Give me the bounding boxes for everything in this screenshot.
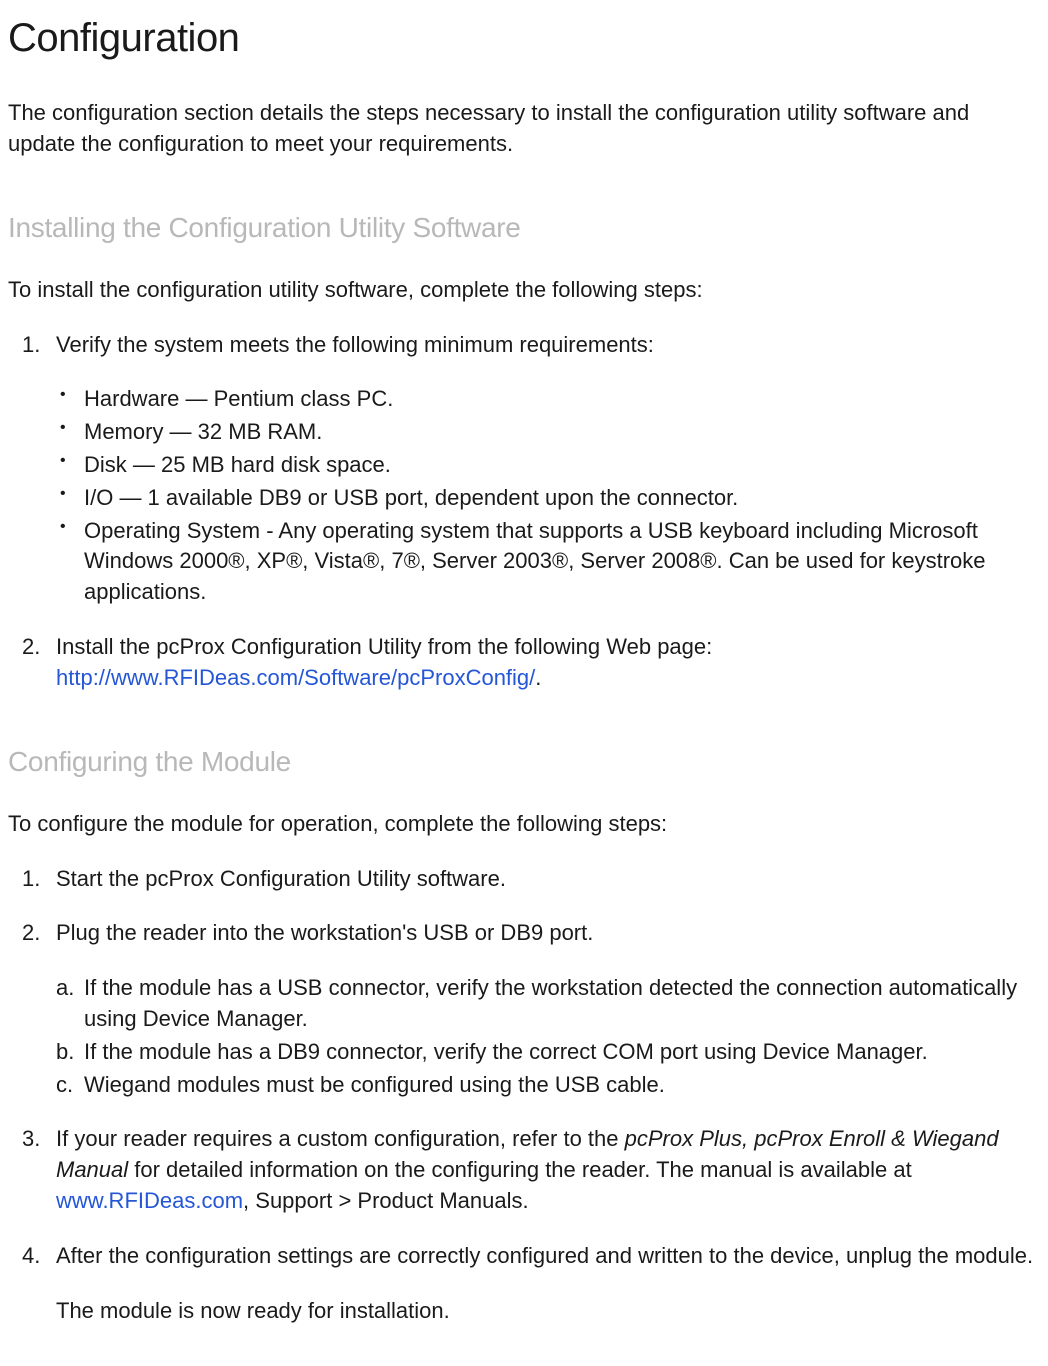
configure-step-4: After the configuration settings are cor… — [8, 1241, 1040, 1272]
install-link[interactable]: http://www.RFIDeas.com/Software/pcProxCo… — [56, 665, 535, 690]
install-step-2: Install the pcProx Configuration Utility… — [8, 632, 1040, 694]
configure-step-3-post: , Support > Product Manuals. — [243, 1188, 529, 1213]
req-memory: Memory — 32 MB RAM. — [56, 417, 1040, 448]
trailing-text: The module is now ready for installation… — [8, 1296, 1040, 1327]
install-step-2-post: . — [535, 665, 541, 690]
section2-intro: To configure the module for operation, c… — [8, 809, 1040, 840]
install-steps-list: Verify the system meets the following mi… — [8, 330, 1040, 694]
section-heading-configure: Configuring the Module — [8, 742, 1040, 781]
configure-step-3-mid: for detailed information on the configur… — [128, 1157, 912, 1182]
configure-step-3-pre: If your reader requires a custom configu… — [56, 1126, 625, 1151]
install-step-2-pre: Install the pcProx Configuration Utility… — [56, 634, 712, 659]
configure-sub-c: Wiegand modules must be configured using… — [56, 1070, 1040, 1101]
configure-step-2-text: Plug the reader into the workstation's U… — [56, 920, 593, 945]
req-io: I/O — 1 available DB9 or USB port, depen… — [56, 483, 1040, 514]
configure-step-2: Plug the reader into the workstation's U… — [8, 918, 1040, 1100]
install-step-1-text: Verify the system meets the following mi… — [56, 332, 654, 357]
req-disk: Disk — 25 MB hard disk space. — [56, 450, 1040, 481]
req-hardware: Hardware — Pentium class PC. — [56, 384, 1040, 415]
install-step-1: Verify the system meets the following mi… — [8, 330, 1040, 608]
section-heading-install: Installing the Configuration Utility Sof… — [8, 208, 1040, 247]
configure-steps-list: Start the pcProx Configuration Utility s… — [8, 864, 1040, 1272]
requirements-list: Hardware — Pentium class PC. Memory — 32… — [56, 384, 1040, 608]
manual-link[interactable]: www.RFIDeas.com — [56, 1188, 243, 1213]
configure-step-1: Start the pcProx Configuration Utility s… — [8, 864, 1040, 895]
page-title: Configuration — [8, 10, 1040, 66]
intro-paragraph: The configuration section details the st… — [8, 98, 1040, 160]
configure-sub-a: If the module has a USB connector, verif… — [56, 973, 1040, 1035]
req-os: Operating System - Any operating system … — [56, 516, 1040, 608]
configure-step-3: If your reader requires a custom configu… — [8, 1124, 1040, 1216]
configure-sublist: If the module has a USB connector, verif… — [56, 973, 1040, 1100]
configure-sub-b: If the module has a DB9 connector, verif… — [56, 1037, 1040, 1068]
section1-intro: To install the configuration utility sof… — [8, 275, 1040, 306]
